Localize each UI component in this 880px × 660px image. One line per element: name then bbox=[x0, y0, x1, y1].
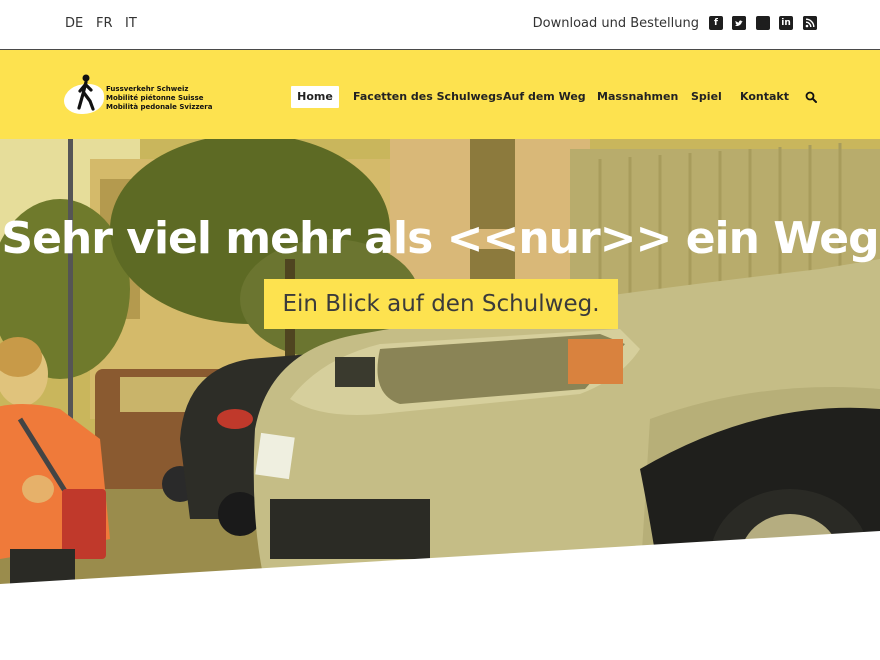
linkedin-icon[interactable]: in bbox=[779, 16, 793, 30]
pedestrian-icon bbox=[77, 74, 95, 111]
nav-kontakt[interactable]: Kontakt bbox=[740, 86, 789, 108]
hero-section: Sehr viel mehr als <<nur>> ein Weg Ein B… bbox=[0, 139, 880, 584]
site-header: Fussverkehr Schweiz Mobilité piétonne Su… bbox=[0, 50, 880, 139]
lang-de-link[interactable]: DE bbox=[65, 16, 83, 31]
nav-auf-dem-weg[interactable]: Auf dem Weg bbox=[503, 86, 586, 108]
rss-icon[interactable] bbox=[803, 16, 817, 30]
nav-spiel[interactable]: Spiel bbox=[691, 86, 722, 108]
content-area bbox=[0, 584, 880, 660]
nav-massnahmen[interactable]: Massnahmen bbox=[597, 86, 678, 108]
logo-line-de: Fussverkehr Schweiz bbox=[106, 85, 189, 93]
nav-facetten[interactable]: Facetten des Schulwegs bbox=[353, 86, 503, 108]
logo-text: Fussverkehr Schweiz Mobilité piétonne Su… bbox=[106, 85, 212, 112]
facebook-icon[interactable]: f bbox=[709, 16, 723, 30]
top-bar: DE FR IT Download und Bestellung f in bbox=[0, 0, 880, 50]
instagram-icon[interactable] bbox=[756, 16, 770, 30]
twitter-icon[interactable] bbox=[732, 16, 746, 30]
lang-it-link[interactable]: IT bbox=[125, 16, 137, 31]
lang-fr-link[interactable]: FR bbox=[96, 16, 113, 31]
logo-line-fr: Mobilité piétonne Suisse bbox=[106, 94, 204, 102]
search-icon[interactable] bbox=[805, 91, 817, 103]
nav-home[interactable]: Home bbox=[291, 86, 339, 108]
logo[interactable]: Fussverkehr Schweiz Mobilité piétonne Su… bbox=[64, 72, 224, 117]
hero-diagonal-edge bbox=[0, 531, 880, 584]
logo-line-it: Mobilità pedonale Svizzera bbox=[106, 103, 213, 111]
download-order-link[interactable]: Download und Bestellung bbox=[533, 16, 699, 31]
